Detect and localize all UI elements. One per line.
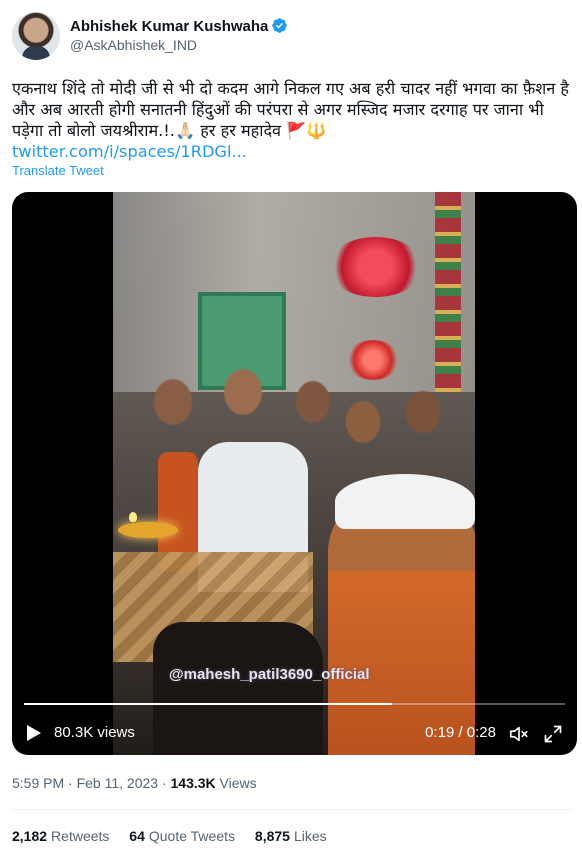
play-icon[interactable]: [26, 724, 42, 742]
tweet-meta: 5:59 PM · Feb 11, 2023 · 143.3K Views: [12, 775, 257, 791]
quote-tweets-count: 64: [129, 828, 145, 844]
avatar[interactable]: [12, 12, 60, 60]
divider: [12, 809, 572, 810]
video-view-count: 80.3K views: [54, 724, 135, 741]
tweet-timestamp[interactable]: 5:59 PM · Feb 11, 2023: [12, 775, 158, 791]
meta-separator: ·: [158, 775, 171, 791]
likes-label: Likes: [293, 828, 327, 844]
views-count: 143.3K: [170, 775, 216, 791]
mute-icon[interactable]: [508, 723, 530, 745]
likes-count: 8,875: [254, 828, 290, 844]
views-label: Views: [215, 775, 257, 791]
video-controls: 80.3K views 0:19 / 0:28: [12, 712, 577, 755]
author-info[interactable]: Abhishek Kumar Kushwaha @AskAbhishek_IND: [70, 16, 288, 53]
quote-tweets-stat[interactable]: 64 Quote Tweets: [129, 828, 235, 844]
tweet-body: एकनाथ शिंदे तो मोदी जी से भी दो कदम आगे …: [12, 79, 569, 140]
retweets-label: Retweets: [51, 828, 110, 844]
author-handle[interactable]: @AskAbhishek_IND: [70, 37, 288, 53]
tweet-text: एकनाथ शिंदे तो मोदी जी से भी दो कदम आगे …: [12, 78, 572, 162]
author-name[interactable]: Abhishek Kumar Kushwaha: [70, 18, 268, 35]
video-watermark: @mahesh_patil3690_official: [169, 666, 370, 683]
fullscreen-icon[interactable]: [543, 724, 563, 744]
quote-tweets-label: Quote Tweets: [148, 828, 236, 844]
tweet-link[interactable]: twitter.com/i/spaces/1RDGl...: [12, 142, 247, 161]
tweet-stats: 2,182 Retweets 64 Quote Tweets 8,875 Likes: [12, 828, 343, 844]
video-progress-bar[interactable]: [24, 703, 565, 705]
video-player[interactable]: @mahesh_patil3690_official 80.3K views 0…: [12, 192, 577, 755]
video-progress-fill: [24, 703, 392, 705]
retweets-stat[interactable]: 2,182 Retweets: [12, 828, 109, 844]
verified-badge-icon: [272, 18, 288, 33]
likes-stat[interactable]: 8,875 Likes: [255, 828, 327, 844]
translate-tweet-link[interactable]: Translate Tweet: [12, 163, 104, 178]
retweets-count: 2,182: [12, 828, 48, 844]
video-time: 0:19 / 0:28: [425, 724, 496, 741]
tweet-header: Abhishek Kumar Kushwaha @AskAbhishek_IND: [12, 12, 572, 60]
